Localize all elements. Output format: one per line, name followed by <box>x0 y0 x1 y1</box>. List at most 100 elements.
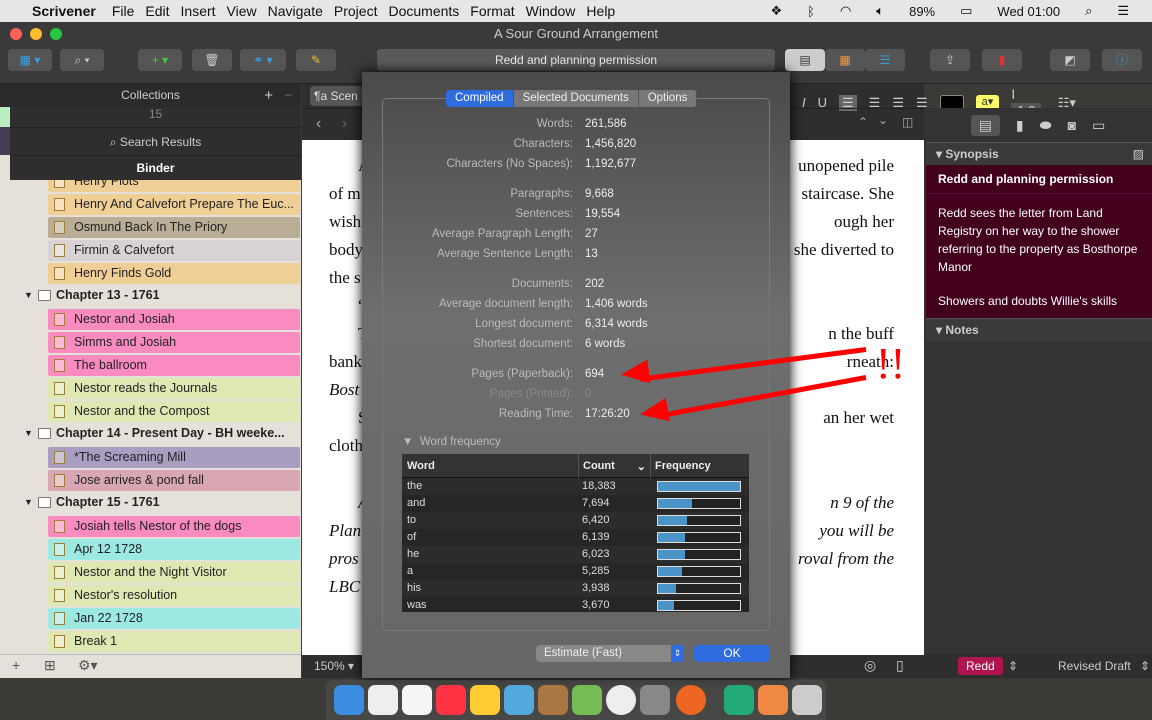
corkboard-view-button[interactable]: ▦ <box>825 49 865 71</box>
battery-percent[interactable]: 89% <box>909 4 935 19</box>
chevron-up-icon[interactable]: ⌃ <box>858 115 868 129</box>
binder-item[interactable]: Jose arrives & pond fall <box>48 470 300 491</box>
scene-format-button[interactable]: ¶a Scen <box>310 86 364 106</box>
table-row[interactable]: of 6,139 <box>402 529 749 546</box>
scrivener-notebook-icon[interactable] <box>538 685 568 715</box>
menu-insert[interactable]: Insert <box>181 3 216 19</box>
bookmarks-tab-icon[interactable]: ▮ <box>1016 117 1024 134</box>
word-frequency-table[interactable]: Word Count ⌄ Frequency the 18,383 and 7,694 t… <box>402 454 749 612</box>
editor-view-button[interactable]: ▤ <box>785 49 825 71</box>
binder-item[interactable]: The ballroom <box>48 355 300 376</box>
music-icon[interactable] <box>436 685 466 715</box>
menu-project[interactable]: Project <box>334 3 378 19</box>
battery-icon[interactable]: ▭ <box>960 3 972 19</box>
binder-item[interactable]: Henry And Calvefort Prepare The Euc... <box>48 194 300 215</box>
synopsis-text[interactable]: Redd sees the letter from Land Registry … <box>926 194 1152 276</box>
dropbox-icon[interactable]: ❖ <box>770 3 782 19</box>
binder-item[interactable]: Nestor reads the Journals <box>48 378 300 399</box>
column-frequency[interactable]: Frequency <box>650 454 715 478</box>
menu-file[interactable]: File <box>112 3 135 19</box>
binder-item[interactable]: Simms and Josiah <box>48 332 300 353</box>
remove-collection-icon[interactable]: − <box>284 84 293 107</box>
binder-folder[interactable]: ▼ Chapter 14 - Present Day - BH weeke... <box>22 423 285 444</box>
table-row[interactable]: to 6,420 <box>402 512 749 529</box>
table-row[interactable]: and 7,694 <box>402 495 749 512</box>
binder-item[interactable]: Jan 22 1728 <box>48 608 300 629</box>
binder-item[interactable]: Break 1 <box>48 631 300 652</box>
control-center-icon[interactable]: ☰ <box>1117 3 1129 19</box>
chevron-down-icon[interactable]: ⌄ <box>878 113 888 127</box>
binder-item[interactable]: Nestor and Josiah <box>48 309 300 330</box>
binder-item[interactable]: Firmin & Calvefort <box>48 240 300 261</box>
tab-compiled[interactable]: Compiled <box>446 90 514 107</box>
calendar-icon[interactable] <box>368 685 398 715</box>
forward-arrow-icon[interactable]: › <box>342 115 347 133</box>
back-arrow-icon[interactable]: ‹ <box>316 115 321 133</box>
notes-tab-icon[interactable]: ▤ <box>970 114 1000 136</box>
synopsis-header[interactable]: ▾ Synopsis ▨ <box>926 142 1152 165</box>
synopsis-title[interactable]: Redd and planning permission <box>926 165 1152 194</box>
search-results-tab[interactable]: ⌕ Search Results <box>10 127 301 155</box>
app-icon[interactable] <box>758 685 788 715</box>
table-row[interactable]: was 3,670 <box>402 597 749 612</box>
disclosure-triangle-icon[interactable]: ▼ <box>24 492 33 513</box>
system-preferences-icon[interactable] <box>640 685 670 715</box>
add-button[interactable]: + ▾ <box>138 49 182 71</box>
table-row[interactable]: he 6,023 <box>402 546 749 563</box>
binder-item[interactable]: Josiah tells Nestor of the dogs <box>48 516 300 537</box>
reminders-icon[interactable] <box>402 685 432 715</box>
disclosure-triangle-icon[interactable]: ▼ <box>24 423 33 444</box>
add-collection-icon[interactable]: + <box>264 84 273 107</box>
preview-icon[interactable] <box>504 685 534 715</box>
column-word[interactable]: Word <box>407 460 435 472</box>
synopsis-card[interactable]: Redd and planning permission Redd sees t… <box>926 165 1152 318</box>
binder-item[interactable]: Nestor and the Night Visitor <box>48 562 300 583</box>
trash-icon[interactable]: 🗑︎ <box>192 49 232 71</box>
photos-icon[interactable] <box>470 685 500 715</box>
word-frequency-toggle[interactable]: ▼ Word frequency <box>402 436 501 448</box>
binder-item[interactable]: Nestor's resolution <box>48 585 300 606</box>
new-folder-icon[interactable]: ⊞ <box>44 657 56 674</box>
clock[interactable]: Wed 01:00 <box>997 4 1060 19</box>
binder-item[interactable]: Apr 12 1728 <box>48 539 300 560</box>
binder-folder[interactable]: ▼ Chapter 13 - 1761 <box>22 285 160 306</box>
snapshot-tab-icon[interactable]: ◙ <box>1068 117 1076 133</box>
split-icon[interactable]: ◫ <box>902 115 913 129</box>
scrivener-icon[interactable] <box>606 685 636 715</box>
binder-tab[interactable]: Binder <box>10 155 301 180</box>
tab-options[interactable]: Options <box>638 90 698 107</box>
ok-button[interactable]: OK <box>694 645 770 662</box>
image-icon[interactable]: ▨ <box>1133 143 1144 165</box>
inspector-icon[interactable]: ⓘ <box>1102 49 1142 71</box>
bluetooth-icon[interactable]: ᛒ <box>807 4 815 19</box>
binder-item[interactable]: Osmund Back In The Priory <box>48 217 300 238</box>
binder-item[interactable]: Nestor and the Compost <box>48 401 300 422</box>
binder-item[interactable]: *The Screaming Mill <box>48 447 300 468</box>
metadata-tab-icon[interactable]: ⬬ <box>1040 117 1052 134</box>
table-row[interactable]: his 3,938 <box>402 580 749 597</box>
edit-icon[interactable]: ✎ <box>296 49 336 71</box>
table-row[interactable]: a 5,285 <box>402 563 749 580</box>
table-row[interactable]: the 18,383 <box>402 478 749 495</box>
menu-documents[interactable]: Documents <box>388 3 459 19</box>
volume-icon[interactable]: 🔈︎ <box>876 3 884 19</box>
binder-item[interactable]: Henry Finds Gold <box>48 263 300 284</box>
menu-edit[interactable]: Edit <box>145 3 169 19</box>
document-check-icon[interactable]: ▯ <box>896 657 904 674</box>
document-icon[interactable] <box>724 685 754 715</box>
maps-icon[interactable] <box>572 685 602 715</box>
outline-view-button[interactable]: ☰ <box>865 49 905 71</box>
notes-header[interactable]: ▾ Notes <box>926 318 1152 341</box>
status-stepper-icon[interactable]: ⇕ <box>1140 654 1150 678</box>
menu-view[interactable]: View <box>227 3 257 19</box>
bookmark-icon[interactable]: ▮ <box>982 49 1022 71</box>
view-mode-button[interactable]: ▦ ▾ <box>8 49 52 71</box>
binder-folder[interactable]: ▼ Chapter 15 - 1761 <box>22 492 160 513</box>
column-count[interactable]: Count ⌄ <box>578 454 650 478</box>
status-select[interactable]: Revised Draft <box>1058 654 1131 678</box>
gear-icon[interactable]: ⚙▾ <box>78 657 98 674</box>
menu-window[interactable]: Window <box>526 3 576 19</box>
synopsis-text-2[interactable]: Showers and doubts Willie's skills <box>926 276 1152 308</box>
label-stepper-icon[interactable]: ⇕ <box>1008 654 1018 678</box>
menu-help[interactable]: Help <box>586 3 615 19</box>
